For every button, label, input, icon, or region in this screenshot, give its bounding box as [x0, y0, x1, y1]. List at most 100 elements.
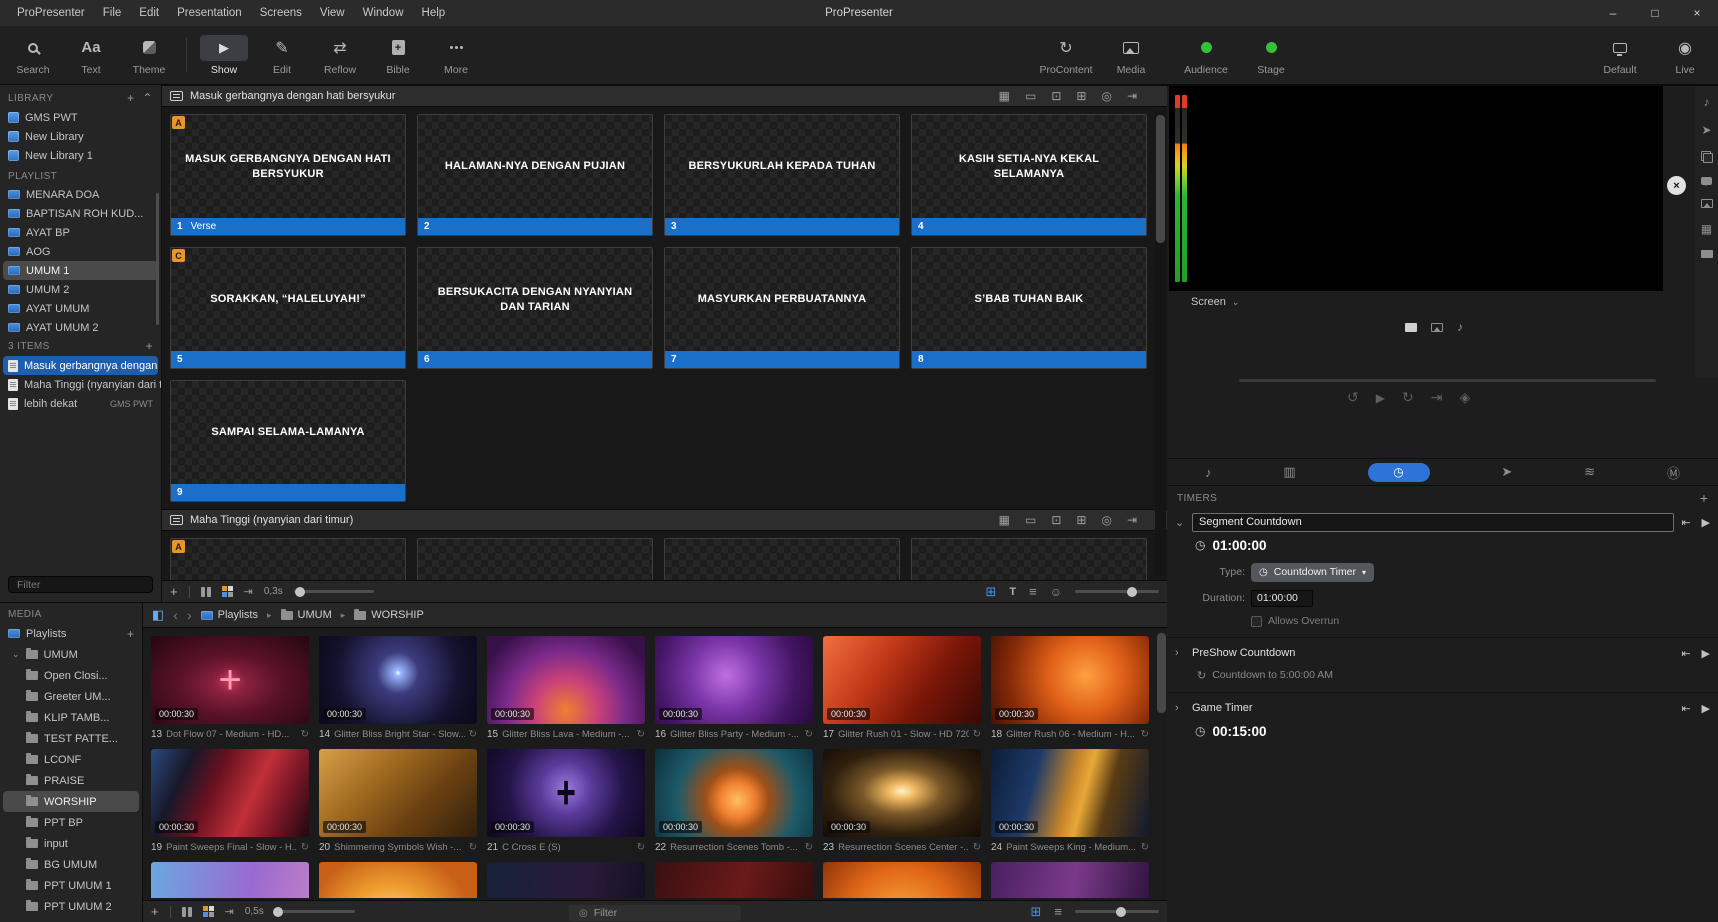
- media-item[interactable]: 00:00:30 21C Cross E (S): [487, 749, 645, 854]
- rewind-icon[interactable]: [1347, 389, 1359, 406]
- menu-view[interactable]: View: [311, 7, 354, 19]
- media-thumbnail[interactable]: 00:00:30: [655, 749, 813, 837]
- toolbar-audience[interactable]: Audience: [1170, 35, 1242, 76]
- toolbar-reflow[interactable]: Reflow: [311, 35, 369, 76]
- media-item-partial[interactable]: [991, 862, 1149, 898]
- media-thumbnail[interactable]: 00:00:30: [319, 636, 477, 724]
- media-thumbnail[interactable]: 00:00:30: [991, 749, 1149, 837]
- sidebar-scrollbar[interactable]: [156, 193, 159, 325]
- media-folder-item[interactable]: PPT UMUM 2: [0, 896, 142, 917]
- tab-stage[interactable]: [1584, 464, 1595, 480]
- playlist-item[interactable]: AYAT UMUM 2: [0, 318, 161, 333]
- slide-9[interactable]: SAMPAI SELAMA-LAMANYA 9: [170, 380, 406, 502]
- media-folder-item-selected[interactable]: WORSHIP: [3, 791, 139, 812]
- loop-icon[interactable]: [301, 842, 309, 853]
- shield-icon[interactable]: [1459, 389, 1470, 406]
- media-item[interactable]: 00:00:30 15Glitter Bliss Lava - Medium -…: [487, 636, 645, 741]
- media-thumbnails-toggle-icon[interactable]: [222, 586, 233, 597]
- list-view-icon[interactable]: [1054, 904, 1062, 919]
- media-folder-item[interactable]: PPT BP: [0, 812, 142, 833]
- menu-window[interactable]: Window: [354, 7, 413, 19]
- send-icon[interactable]: [1701, 123, 1711, 137]
- audio-layer-icon[interactable]: [1457, 320, 1463, 334]
- screen-selector[interactable]: Screen: [1191, 296, 1239, 308]
- play-icon[interactable]: [1376, 389, 1385, 406]
- media-thumbnail[interactable]: 00:00:30: [823, 636, 981, 724]
- slide-5[interactable]: C SORAKKAN, “HALELUYAH!” 5: [170, 247, 406, 369]
- timer-expand-chevron[interactable]: [1175, 516, 1185, 529]
- playlist-item[interactable]: MENARA DOA: [0, 185, 161, 204]
- slide-layer-icon[interactable]: [1405, 323, 1417, 332]
- grid-view-icon[interactable]: [986, 584, 997, 600]
- skip-icon[interactable]: [1127, 89, 1137, 103]
- loop-icon[interactable]: [469, 842, 477, 853]
- timer-expand-chevron[interactable]: [1175, 702, 1185, 714]
- group-icon[interactable]: [1051, 513, 1061, 527]
- music-note-icon[interactable]: [1704, 95, 1710, 109]
- media-filter-input[interactable]: Filter: [569, 905, 741, 921]
- media-scrollbar[interactable]: [1157, 633, 1166, 713]
- slide-7[interactable]: MASYURKAN PERBUATANNYA 7: [664, 247, 900, 369]
- playlist-item[interactable]: BAPTISAN ROH KUD...: [0, 204, 161, 223]
- toolbar-theme[interactable]: Theme: [120, 35, 178, 76]
- advance-icon[interactable]: [225, 905, 234, 918]
- loop-icon[interactable]: [805, 729, 813, 740]
- media-folder-item[interactable]: LCONF: [0, 749, 142, 770]
- media-layer-icon[interactable]: [1431, 323, 1443, 332]
- slide-8[interactable]: S’BAB TUHAN BAIK 8: [911, 247, 1147, 369]
- timer-type-dropdown[interactable]: Countdown Timer: [1251, 563, 1374, 582]
- media-thumbnail[interactable]: [655, 862, 813, 898]
- camera-icon[interactable]: [1701, 250, 1713, 258]
- list-view-icon[interactable]: [1029, 584, 1037, 599]
- close-button[interactable]: [1676, 0, 1718, 26]
- expand-icon[interactable]: [1076, 513, 1086, 527]
- add-item-button[interactable]: [146, 339, 153, 353]
- toolbar-default[interactable]: Default: [1584, 35, 1656, 76]
- menu-edit[interactable]: Edit: [130, 7, 168, 19]
- playlist-item[interactable]: AYAT BP: [0, 223, 161, 242]
- back-icon[interactable]: [173, 607, 178, 623]
- group-icon[interactable]: [1051, 89, 1061, 103]
- media-folder-item[interactable]: Open Closi...: [0, 665, 142, 686]
- timer-start-button[interactable]: [1702, 647, 1710, 660]
- menu-presentation[interactable]: Presentation: [168, 7, 251, 19]
- minimize-button[interactable]: [1592, 0, 1634, 26]
- media-folder-item[interactable]: input: [0, 833, 142, 854]
- loop-icon[interactable]: [1402, 389, 1414, 406]
- grid-view-icon[interactable]: [1031, 904, 1042, 920]
- toolbar-text[interactable]: Aa Text: [62, 35, 120, 76]
- emoji-icon[interactable]: [1050, 585, 1062, 599]
- allows-overrun-checkbox[interactable]: [1251, 616, 1262, 627]
- timer-expand-chevron[interactable]: [1175, 647, 1185, 659]
- add-timer-button[interactable]: [1700, 490, 1708, 506]
- add-media-button[interactable]: [151, 904, 159, 919]
- breadcrumb-worship[interactable]: WORSHIP: [354, 609, 424, 621]
- playlist-item[interactable]: AOG: [0, 242, 161, 261]
- arrange-icon[interactable]: [999, 513, 1010, 527]
- media-thumbnail[interactable]: [151, 862, 309, 898]
- slide-1[interactable]: A MASUK GERBANGNYA DENGAN HATI BERSYUKUR…: [170, 114, 406, 236]
- media-item-partial[interactable]: [823, 862, 981, 898]
- playlist-item[interactable]: AYAT UMUM: [0, 299, 161, 318]
- media-item[interactable]: 00:00:30 24Paint Sweeps King - Medium...: [991, 749, 1149, 854]
- toggle-sidebar-icon[interactable]: [152, 607, 164, 623]
- media-folder-item[interactable]: PRAISE: [0, 770, 142, 791]
- slide-2[interactable]: HALAMAN-NYA DENGAN PUJIAN 2: [417, 114, 653, 236]
- media-thumbnail[interactable]: [319, 862, 477, 898]
- target-icon[interactable]: [1101, 89, 1111, 103]
- tab-macros[interactable]: [1667, 463, 1680, 482]
- media-item[interactable]: 00:00:30 19Paint Sweeps Final - Slow - H…: [151, 749, 309, 854]
- media-playlists-row[interactable]: Playlists: [0, 623, 142, 644]
- loop-icon[interactable]: [1141, 842, 1149, 853]
- loop-icon[interactable]: [805, 842, 813, 853]
- layers-icon[interactable]: [1701, 151, 1713, 163]
- advance-icon[interactable]: [244, 585, 253, 598]
- menu-screens[interactable]: Screens: [251, 7, 311, 19]
- clear-screen-button[interactable]: [1667, 176, 1686, 195]
- menu-help[interactable]: Help: [413, 7, 455, 19]
- tab-messages[interactable]: [1501, 464, 1512, 480]
- toolbar-bible[interactable]: Bible: [369, 35, 427, 76]
- toolbar-edit[interactable]: Edit: [253, 35, 311, 76]
- loop-icon[interactable]: [973, 842, 981, 853]
- toolbar-show[interactable]: Show: [195, 35, 253, 76]
